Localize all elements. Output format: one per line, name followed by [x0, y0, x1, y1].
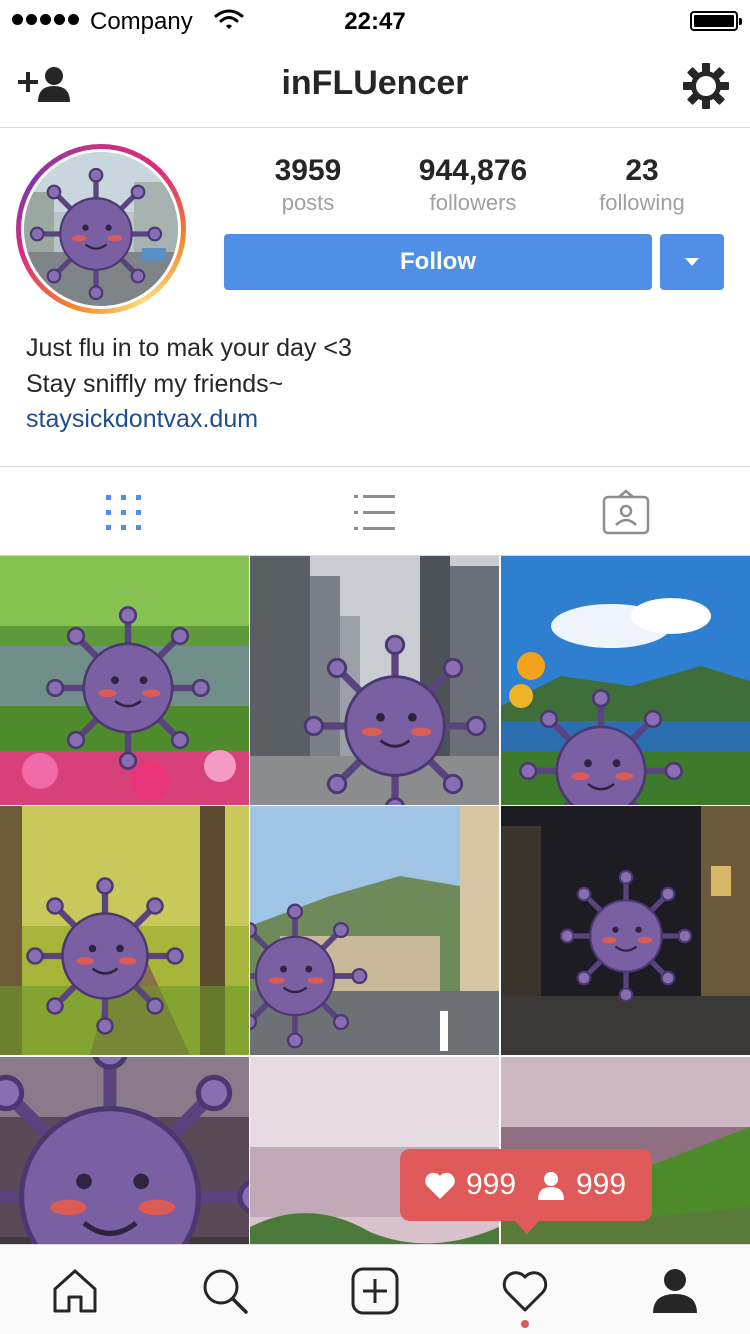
settings-icon[interactable]	[682, 62, 730, 110]
photo-tile[interactable]	[0, 806, 249, 1055]
page-title: inFLUencer	[281, 64, 469, 102]
profile-website-link[interactable]: staysickdontvax.dum	[26, 405, 258, 434]
suggestions-dropdown-button[interactable]	[660, 234, 724, 290]
profile-tabs	[0, 466, 750, 556]
add-post-icon[interactable]	[351, 1267, 399, 1315]
activity-notification-tooltip[interactable]: 999 999	[400, 1149, 652, 1234]
bio-line: Just flu in to mak your day <3	[26, 334, 352, 362]
home-icon[interactable]	[51, 1267, 99, 1315]
photo-tile[interactable]	[250, 556, 499, 805]
photo-tile[interactable]	[0, 556, 249, 805]
activity-indicator-dot	[521, 1320, 529, 1328]
follow-button[interactable]: Follow	[224, 234, 652, 290]
tagged-photos-icon[interactable]	[602, 489, 650, 537]
following-count: 23	[625, 154, 659, 187]
chevron-down-icon	[685, 258, 699, 266]
user-icon	[538, 1172, 564, 1200]
likes-count: 999	[466, 1168, 517, 1201]
posts-stat[interactable]: 3959 posts	[228, 154, 388, 216]
heart-icon	[425, 1172, 455, 1199]
list-icon[interactable]	[351, 489, 399, 537]
clock: 22:47	[344, 8, 406, 35]
photo-tile[interactable]	[501, 806, 750, 1055]
photo-tile[interactable]	[250, 806, 499, 1055]
photo-grid	[0, 556, 750, 1244]
bottom-tab-bar	[0, 1244, 750, 1334]
bio-line: Stay sniffly my friends~	[26, 370, 284, 398]
followers-count: 944,876	[418, 154, 528, 187]
profile-bio: Just flu in to mak your day <3 Stay snif…	[26, 330, 352, 402]
activity-icon[interactable]	[501, 1267, 549, 1315]
profile-avatar[interactable]	[16, 144, 186, 314]
photo-tile[interactable]	[501, 556, 750, 805]
new-followers-count: 999	[576, 1168, 627, 1201]
following-label: following	[599, 190, 685, 215]
posts-label: posts	[281, 190, 335, 215]
followers-label: followers	[429, 190, 517, 215]
posts-count: 3959	[274, 154, 342, 187]
grid-icon[interactable]	[100, 489, 148, 537]
status-bar: Company 22:47	[0, 0, 750, 40]
followers-stat[interactable]: 944,876 followers	[393, 154, 553, 216]
profile-icon[interactable]	[651, 1267, 699, 1315]
search-icon[interactable]	[201, 1267, 249, 1315]
photo-tile[interactable]	[0, 1057, 249, 1244]
navigation-bar: inFLUencer	[0, 40, 750, 128]
following-stat[interactable]: 23 following	[562, 154, 722, 216]
battery-icon	[690, 11, 742, 31]
